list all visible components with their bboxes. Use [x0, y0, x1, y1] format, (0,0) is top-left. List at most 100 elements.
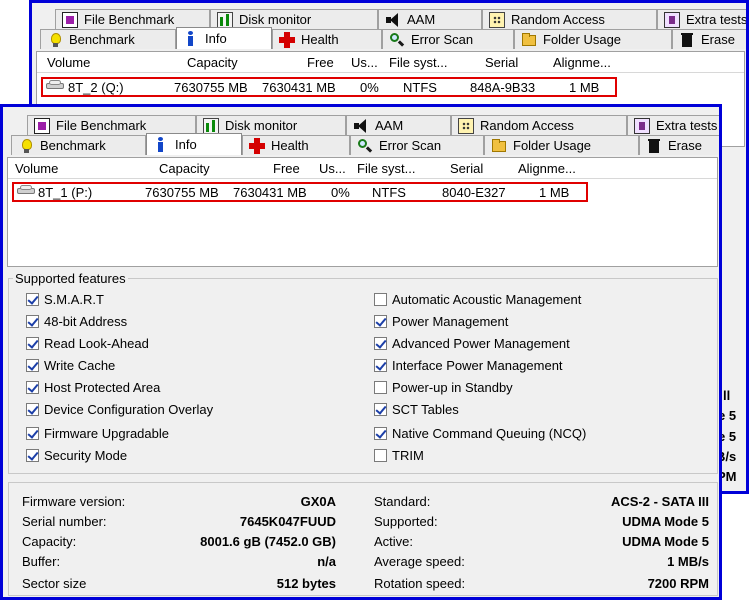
feature-sct-tables[interactable]: SCT Tables — [374, 402, 459, 417]
tab-error-scan[interactable]: Error Scan — [350, 135, 484, 155]
checkbox[interactable] — [374, 403, 387, 416]
tab-row-top: File Benchmark Disk monitor AAM Random A… — [3, 115, 719, 135]
col-used[interactable]: Us... — [319, 161, 346, 176]
tab-file-benchmark[interactable]: File Benchmark — [27, 115, 196, 135]
tab-benchmark[interactable]: Benchmark — [11, 135, 146, 155]
checkbox[interactable] — [26, 315, 39, 328]
feature-automatic-acoustic-management[interactable]: Automatic Acoustic Management — [374, 292, 581, 307]
tab-erase[interactable]: Erase — [639, 135, 719, 155]
tab-label: AAM — [407, 12, 436, 27]
checkbox[interactable] — [374, 427, 387, 440]
magnifier-icon — [389, 32, 405, 48]
checkbox[interactable] — [26, 337, 39, 350]
tab-info[interactable]: Info — [146, 133, 242, 155]
feature-interface-power-management[interactable]: Interface Power Management — [374, 358, 563, 373]
feature-label: 48-bit Address — [44, 314, 128, 329]
drive-icon — [17, 185, 35, 195]
col-capacity[interactable]: Capacity — [187, 55, 238, 70]
checkbox[interactable] — [374, 315, 387, 328]
col-volume[interactable]: Volume — [47, 55, 90, 70]
tab-row-bottom: Benchmark Info Health Error Scan Folder … — [3, 133, 719, 155]
tab-aam[interactable]: AAM — [346, 115, 451, 135]
sector-size-value: 512 bytes — [276, 576, 336, 591]
checkbox[interactable] — [374, 381, 387, 394]
col-alignment[interactable]: Alignme... — [553, 55, 611, 70]
col-file-system[interactable]: File syst... — [357, 161, 416, 176]
feature-device-configuration-overlay[interactable]: Device Configuration Overlay — [26, 402, 213, 417]
tab-label: Erase — [701, 32, 735, 47]
volume-serial: 848A-9B33 — [470, 80, 536, 95]
volume-list[interactable]: Volume Capacity Free Us... File syst... … — [7, 157, 718, 267]
tab-disk-monitor[interactable]: Disk monitor — [196, 115, 346, 135]
tab-label: Extra tests — [686, 12, 748, 27]
tab-error-scan[interactable]: Error Scan — [382, 29, 514, 49]
speaker-icon — [353, 118, 369, 134]
feature-power-management[interactable]: Power Management — [374, 314, 508, 329]
checkbox[interactable] — [26, 427, 39, 440]
tab-label: Folder Usage — [543, 32, 622, 47]
random-access-icon — [489, 11, 505, 28]
volume-row-selected[interactable]: 8T_1 (P:) 7630755 MB 7630431 MB 0% NTFS … — [12, 182, 588, 202]
checkbox[interactable] — [26, 403, 39, 416]
volume-free: 7630431 MB — [262, 80, 336, 95]
checkbox[interactable] — [26, 381, 39, 394]
col-free[interactable]: Free — [273, 161, 300, 176]
checkbox[interactable] — [374, 293, 387, 306]
feature-write-cache[interactable]: Write Cache — [26, 358, 115, 373]
tab-info[interactable]: Info — [176, 27, 272, 49]
tab-label: Info — [175, 137, 197, 152]
back-info-value-1: ll — [723, 388, 731, 403]
random-access-icon — [458, 117, 474, 134]
feature-trim[interactable]: TRIM — [374, 448, 424, 463]
tab-file-benchmark[interactable]: File Benchmark — [55, 9, 210, 29]
tab-aam[interactable]: AAM — [378, 9, 482, 29]
tab-disk-monitor[interactable]: Disk monitor — [210, 9, 378, 29]
feature-smart[interactable]: S.M.A.R.T — [26, 292, 104, 307]
disk-monitor-icon — [203, 117, 219, 134]
front-window[interactable]: File Benchmark Disk monitor AAM Random A… — [0, 104, 722, 600]
checkbox[interactable] — [374, 449, 387, 462]
tab-erase[interactable]: Erase — [672, 29, 746, 49]
col-used[interactable]: Us... — [351, 55, 378, 70]
tab-health[interactable]: Health — [272, 29, 382, 49]
tab-label: Extra tests — [656, 118, 718, 133]
buffer-value: n/a — [317, 554, 336, 569]
feature-host-protected-area[interactable]: Host Protected Area — [26, 380, 160, 395]
tab-folder-usage[interactable]: Folder Usage — [514, 29, 672, 49]
col-capacity[interactable]: Capacity — [159, 161, 210, 176]
volume-fs: NTFS — [403, 80, 437, 95]
checkbox[interactable] — [26, 449, 39, 462]
col-serial[interactable]: Serial — [450, 161, 483, 176]
feature-power-up-in-standby[interactable]: Power-up in Standby — [374, 380, 513, 395]
feature-48bit-address[interactable]: 48-bit Address — [26, 314, 127, 329]
feature-ncq[interactable]: Native Command Queuing (NCQ) — [374, 426, 586, 441]
feature-label: Read Look-Ahead — [44, 336, 149, 351]
volume-serial: 8040-E327 — [442, 185, 506, 200]
col-file-system[interactable]: File syst... — [389, 55, 448, 70]
checkbox[interactable] — [26, 359, 39, 372]
col-free[interactable]: Free — [307, 55, 334, 70]
tab-extra-tests[interactable]: Extra tests — [657, 9, 748, 29]
feature-read-look-ahead[interactable]: Read Look-Ahead — [26, 336, 149, 351]
feature-label: Firmware Upgradable — [44, 426, 169, 441]
tab-extra-tests[interactable]: Extra tests — [627, 115, 719, 135]
col-serial[interactable]: Serial — [485, 55, 518, 70]
col-volume[interactable]: Volume — [15, 161, 58, 176]
checkbox[interactable] — [374, 359, 387, 372]
feature-label: Security Mode — [44, 448, 128, 463]
checkbox[interactable] — [26, 293, 39, 306]
tab-random-access[interactable]: Random Access — [451, 115, 627, 135]
tab-label: Benchmark — [69, 32, 135, 47]
tab-benchmark[interactable]: Benchmark — [40, 29, 176, 49]
tab-folder-usage[interactable]: Folder Usage — [484, 135, 639, 155]
tab-health[interactable]: Health — [242, 135, 350, 155]
feature-security-mode[interactable]: Security Mode — [26, 448, 127, 463]
col-alignment[interactable]: Alignme... — [518, 161, 576, 176]
feature-advanced-power-management[interactable]: Advanced Power Management — [374, 336, 570, 351]
magnifier-icon — [357, 138, 373, 154]
checkbox[interactable] — [374, 337, 387, 350]
feature-firmware-upgradable[interactable]: Firmware Upgradable — [26, 426, 169, 441]
volume-row-selected[interactable]: 8T_2 (Q:) 7630755 MB 7630431 MB 0% NTFS … — [41, 77, 617, 97]
volume-alignment: 1 MB — [539, 185, 570, 200]
tab-random-access[interactable]: Random Access — [482, 9, 657, 29]
